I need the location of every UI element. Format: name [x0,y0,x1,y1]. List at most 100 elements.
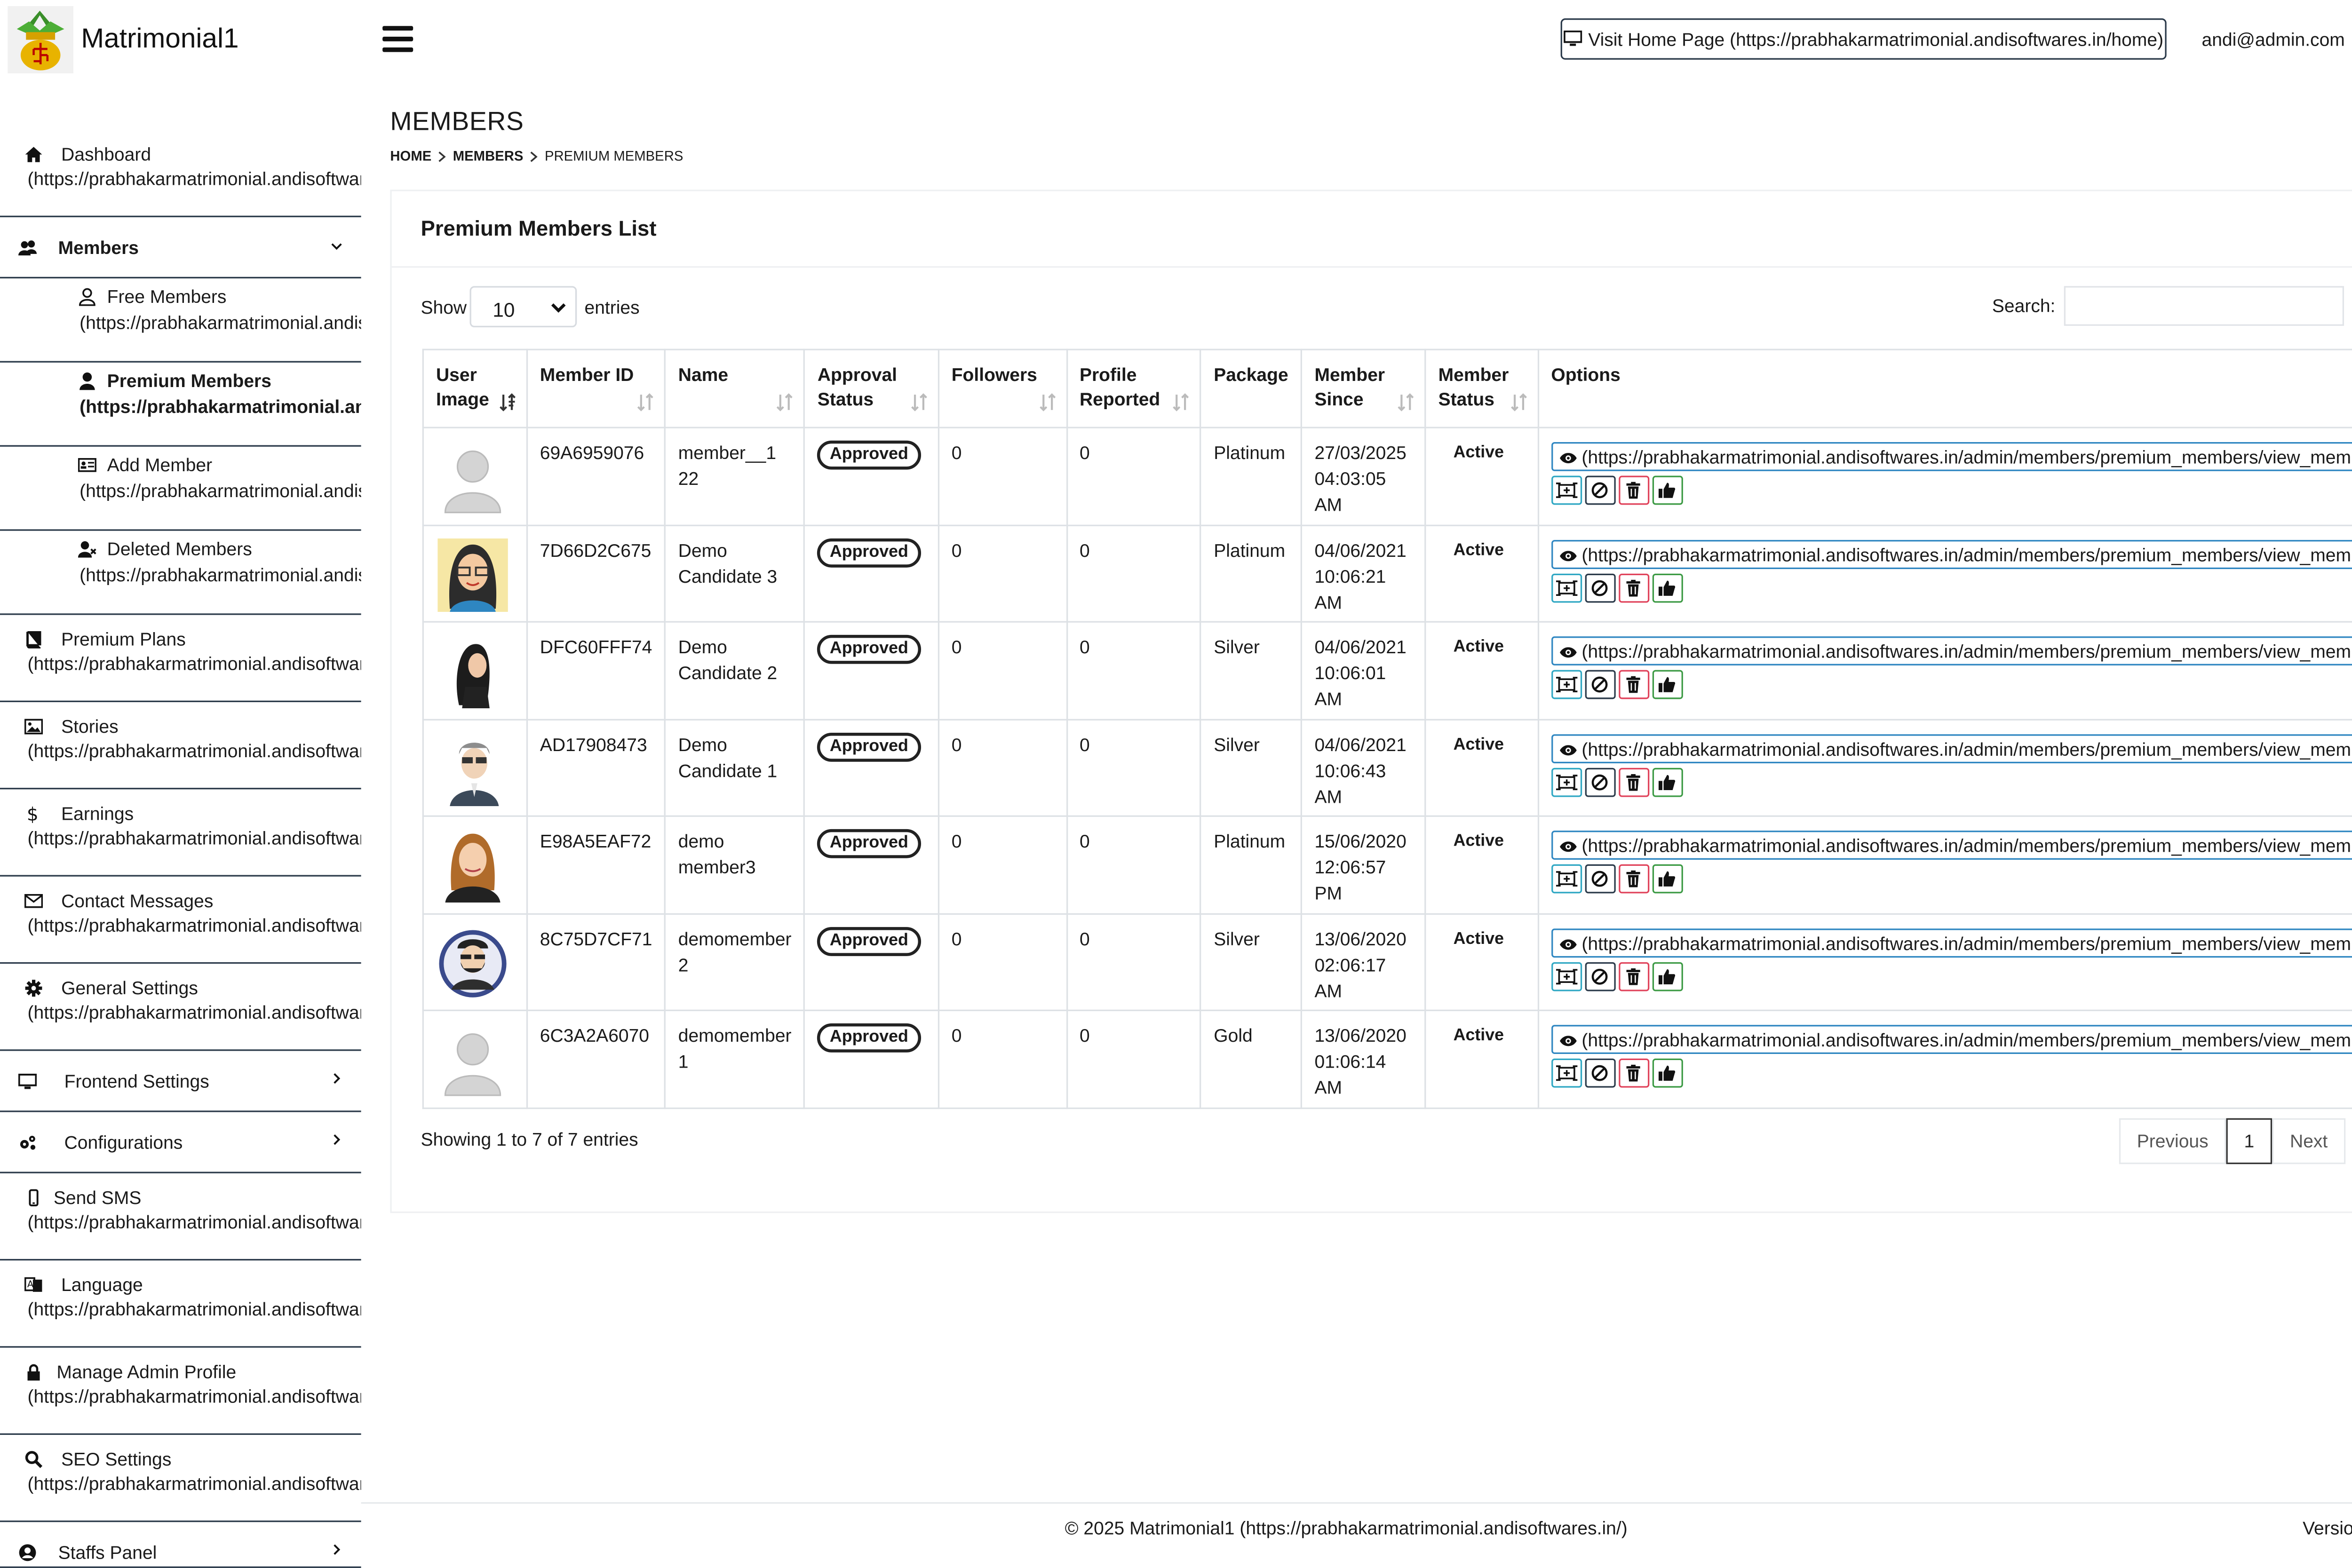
breadcrumb-current: PREMIUM MEMBERS [544,148,683,164]
column-header-member-id[interactable]: Member ID [526,348,666,428]
approval-badge[interactable]: Approved [817,538,921,567]
sidebar-item-manage-admin-profile[interactable]: Manage Admin Profile (https://prabhakarma… [0,1348,361,1435]
sidebar-item-members[interactable]: Members [0,217,361,278]
approval-badge[interactable]: Approved [817,829,921,858]
approve-button[interactable] [1652,670,1683,699]
delete-button[interactable] [1618,475,1649,505]
approve-button[interactable] [1652,475,1683,505]
approve-button[interactable] [1652,1058,1683,1088]
approval-badge[interactable]: Approved [817,732,921,761]
page-1-button[interactable]: 1 [2226,1118,2273,1164]
avatar[interactable] [437,538,508,611]
breadcrumb-home[interactable]: HOME [390,149,431,164]
delete-button[interactable] [1618,864,1649,894]
view-member-link[interactable]: (https://prabhakarmatrimonial.andisoftwa… [1551,442,2352,471]
block-button[interactable] [1584,573,1615,602]
approve-button[interactable] [1652,864,1683,894]
block-button[interactable] [1584,1058,1615,1088]
avatar[interactable] [437,634,508,708]
previous-button[interactable]: Previous [2119,1118,2226,1164]
sidebar-item-dashboard[interactable]: Dashboard (https://prabhakarmatrimonial.a… [0,130,361,217]
column-header-user-image[interactable]: User Image [422,348,528,428]
sidebar-item-seo-settings[interactable]: SEO Settings (https://prabhakarmatrimonia… [0,1435,361,1522]
package-upgrade-button[interactable] [1551,670,1582,699]
sidebar-item-url: (https://prabhakarmatrimonial.andisoftwa… [27,653,361,675]
sidebar-item-staffs-panel[interactable]: Staffs Panel [0,1522,361,1568]
delete-button[interactable] [1618,670,1649,699]
sidebar-item-general-settings[interactable]: General Settings (https://prabhakarmatrim… [0,964,361,1051]
block-button[interactable] [1584,961,1615,991]
sidebar-item-language[interactable]: A Language (https://prabhakarmatrimonial.a… [0,1260,361,1348]
sidebar-item-earnings[interactable]: $ Earnings (https://prabhakarmatrimonial.a… [0,789,361,877]
package-upgrade-button[interactable] [1551,767,1582,796]
profile-reported-count: 0 [1079,636,1090,658]
column-header-profile-reported[interactable]: Profile Reported [1065,348,1202,428]
entries-label: entries [584,297,640,318]
next-button[interactable]: Next [2272,1118,2346,1164]
package-upgrade-button[interactable] [1551,864,1582,894]
package-name: Platinum [1214,442,1286,464]
breadcrumb-members[interactable]: MEMBERS [453,149,524,164]
block-button[interactable] [1584,767,1615,796]
sidebar-item-url: (https://prabhakarmatrimonial.andisoftwa… [27,915,361,936]
gear-icon [25,980,42,997]
eye-icon [1559,647,1577,658]
approve-button[interactable] [1652,573,1683,602]
column-header-followers[interactable]: Followers [938,348,1067,428]
package-upgrade-button[interactable] [1551,573,1582,602]
sidebar-item-stories[interactable]: Stories (https://prabhakarmatrimonial.and… [0,702,361,790]
sidebar-item-configurations[interactable]: Configurations [0,1112,361,1173]
footer-version: Version 1.8 [2303,1517,2352,1539]
sidebar-item-send-sms[interactable]: Send SMS (https://prabhakarmatrimonial.an… [0,1173,361,1261]
avatar[interactable] [437,732,508,806]
block-button[interactable] [1584,670,1615,699]
delete-button[interactable] [1618,961,1649,991]
avatar[interactable] [437,440,508,514]
approval-badge[interactable]: Approved [817,926,921,956]
view-member-link[interactable]: (https://prabhakarmatrimonial.andisoftwa… [1551,831,2352,860]
block-button[interactable] [1584,864,1615,894]
sidebar-item-premium-plans[interactable]: Premium Plans (https://prabhakarmatrimoni… [0,615,361,702]
entries-select[interactable]: 10 [469,286,577,328]
approval-badge[interactable]: Approved [817,634,921,664]
sidebar-item-premium-members[interactable]: Premium Members (https://prabhakarmatrimo… [0,363,361,447]
approval-badge[interactable]: Approved [817,1023,921,1053]
sidebar-item-deleted-members[interactable]: Deleted Members (https://prabhakarmatrimo… [0,531,361,615]
sidebar-item-frontend-settings[interactable]: Frontend Settings [0,1051,361,1112]
package-upgrade-button[interactable] [1551,961,1582,991]
view-member-link[interactable]: (https://prabhakarmatrimonial.andisoftwa… [1551,1025,2352,1054]
delete-button[interactable] [1618,767,1649,796]
column-header-approval-status[interactable]: Approval Status [803,348,939,428]
svg-text:$: $ [27,805,39,823]
approve-button[interactable] [1652,767,1683,796]
sidebar-item-free-members[interactable]: Free Members (https://prabhakarmatrimonia… [0,278,361,363]
column-header-member-since[interactable]: Member Since [1301,348,1426,428]
sidebar-item-add-member[interactable]: Add Member (https://prabhakarmatrimonial.… [0,447,361,531]
app-title[interactable]: Matrimonial1 [81,23,238,55]
avatar[interactable] [437,1023,508,1097]
search-input[interactable] [2064,286,2344,326]
footer-copyright[interactable]: © 2025 Matrimonial1 (https://prabhakarma… [1065,1518,1628,1539]
view-member-link[interactable]: (https://prabhakarmatrimonial.andisoftwa… [1551,539,2352,569]
avatar[interactable] [437,829,508,903]
delete-button[interactable] [1618,1058,1649,1088]
column-header-member-status[interactable]: Member Status [1424,348,1539,428]
table-row: 7D66D2C675 Demo Candidate 3 Approved 0 0 Plat… [422,524,2352,623]
view-member-link[interactable]: (https://prabhakarmatrimonial.andisoftwa… [1551,733,2352,763]
delete-button[interactable] [1618,573,1649,602]
package-upgrade-button[interactable] [1551,1058,1582,1088]
approval-badge[interactable]: Approved [817,440,921,470]
kalash-logo[interactable] [8,6,74,74]
sidebar-item-contact-messages[interactable]: Contact Messages (https://prabhakarmatrim… [0,877,361,964]
user-email[interactable]: andi@admin.com [2201,29,2344,51]
approve-button[interactable] [1652,961,1683,991]
block-button[interactable] [1584,475,1615,505]
view-member-link[interactable]: (https://prabhakarmatrimonial.andisoftwa… [1551,927,2352,957]
column-header-name[interactable]: Name [664,348,805,428]
menu-toggle-icon[interactable] [382,26,413,54]
avatar[interactable] [437,926,508,1000]
sidebar-item-url: (https://prabhakarmatrimonial.andisoftwa… [27,1002,361,1023]
package-upgrade-button[interactable] [1551,475,1582,505]
visit-home-button[interactable]: Visit Home Page (https://prabhakarmatrim… [1560,18,2167,60]
view-member-link[interactable]: (https://prabhakarmatrimonial.andisoftwa… [1551,636,2352,665]
